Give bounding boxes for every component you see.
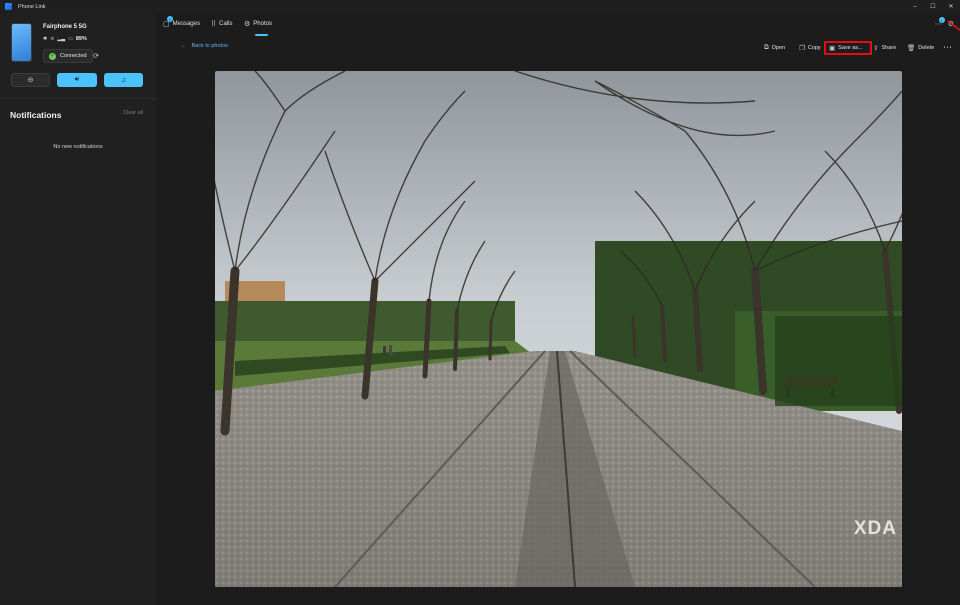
share-button[interactable]: ⇪ Share (870, 41, 899, 55)
device-status: ✱ ≋ ▂▃ ▭ 89% (43, 36, 87, 42)
share-label: Share (881, 45, 897, 51)
tab-messages-label: Messages (172, 21, 200, 27)
park-photo (215, 71, 902, 587)
sidebar: Fairphone 5 5G ✱ ≋ ▂▃ ▭ 89% ✓ Connected … (0, 13, 156, 605)
photos-icon: ⚙ (244, 21, 251, 28)
speaker-icon: 🔊︎ (74, 76, 80, 83)
bluetooth-icon: ✱ (43, 36, 48, 42)
clear-all-button[interactable]: Clear all (123, 110, 143, 116)
tab-photos-label: Photos (253, 21, 272, 27)
back-arrow-icon: ← (181, 43, 187, 49)
messages-icon: ▢ 2 (163, 16, 173, 28)
check-icon: ✓ (49, 52, 56, 60)
delete-label: Delete (918, 45, 935, 51)
apps-button[interactable]: ⋯ 1 (935, 17, 945, 28)
tab-messages[interactable]: ▢ 2 Messages (163, 16, 200, 28)
photo-view: XDA (215, 71, 902, 587)
photo-toolbar: ← Back to photos ⧉ Open ❐ Copy ▣ Save as… (156, 38, 960, 58)
sync-button[interactable]: ⟳ (90, 50, 102, 62)
active-tab-indicator (255, 34, 268, 36)
media-button[interactable]: ♫ (104, 73, 143, 87)
minimize-button[interactable]: – (906, 0, 924, 13)
back-to-photos-link[interactable]: ← Back to photos (181, 43, 228, 49)
title-bar: Phone Link – ☐ ✕ (0, 0, 960, 13)
annotation-arrow-icon (947, 20, 960, 32)
do-not-disturb-icon: ⊖ (27, 77, 34, 84)
open-label: Open (771, 45, 786, 51)
close-button[interactable]: ✕ (942, 0, 960, 13)
window-controls: – ☐ ✕ (906, 0, 960, 13)
open-button[interactable]: ⧉ Open (761, 41, 788, 55)
delete-button[interactable]: 🗑︎ Delete (904, 41, 937, 55)
calls-icon: ⠿ (211, 21, 217, 28)
apps-badge: 1 (938, 17, 945, 23)
save-as-label: Save as... (838, 45, 863, 51)
no-notifications-text: No new notifications (53, 144, 103, 150)
audio-button[interactable]: 🔊︎ (57, 73, 97, 87)
main-content: ▢ 2 Messages ⠿ Calls ⚙ Photos ⋯ 1 ⚙ ← Back… (156, 13, 960, 605)
divider (0, 98, 156, 99)
tab-calls[interactable]: ⠿ Calls (211, 20, 232, 28)
battery-percent: 89% (75, 36, 87, 42)
messages-badge: 2 (167, 16, 173, 22)
window-title: Phone Link (18, 3, 46, 10)
battery-icon: ▭ (68, 36, 73, 42)
save-as-button[interactable]: ▣ Save as... (824, 41, 872, 55)
connection-status-label: Connected (60, 53, 87, 59)
save-icon: ▣ (829, 45, 836, 52)
copy-button[interactable]: ❐ Copy (796, 41, 824, 55)
back-to-photos-label: Back to photos (191, 43, 228, 49)
music-note-icon: ♫ (120, 76, 127, 84)
open-icon: ⧉ (764, 44, 769, 51)
phone-link-app-icon (5, 3, 12, 10)
wifi-icon: ≋ (50, 36, 55, 42)
maximize-button[interactable]: ☐ (924, 0, 942, 13)
phone-image (11, 23, 32, 62)
sync-icon: ⟳ (93, 53, 99, 60)
copy-icon: ❐ (799, 45, 805, 52)
device-name: Fairphone 5 5G (43, 24, 87, 30)
connection-status: ✓ Connected (43, 49, 93, 63)
tab-photos[interactable]: ⚙ Photos (244, 20, 272, 28)
share-icon: ⇪ (873, 45, 879, 52)
tab-calls-label: Calls (219, 21, 233, 27)
do-not-disturb-button[interactable]: ⊖ (11, 73, 50, 87)
signal-icon: ▂▃ (57, 36, 66, 42)
notifications-title: Notifications (10, 110, 62, 120)
copy-label: Copy (807, 45, 821, 51)
trash-icon: 🗑︎ (907, 45, 916, 52)
xda-watermark: XDA (853, 518, 897, 539)
tab-bar: ▢ 2 Messages ⠿ Calls ⚙ Photos ⋯ 1 ⚙ (156, 13, 960, 38)
